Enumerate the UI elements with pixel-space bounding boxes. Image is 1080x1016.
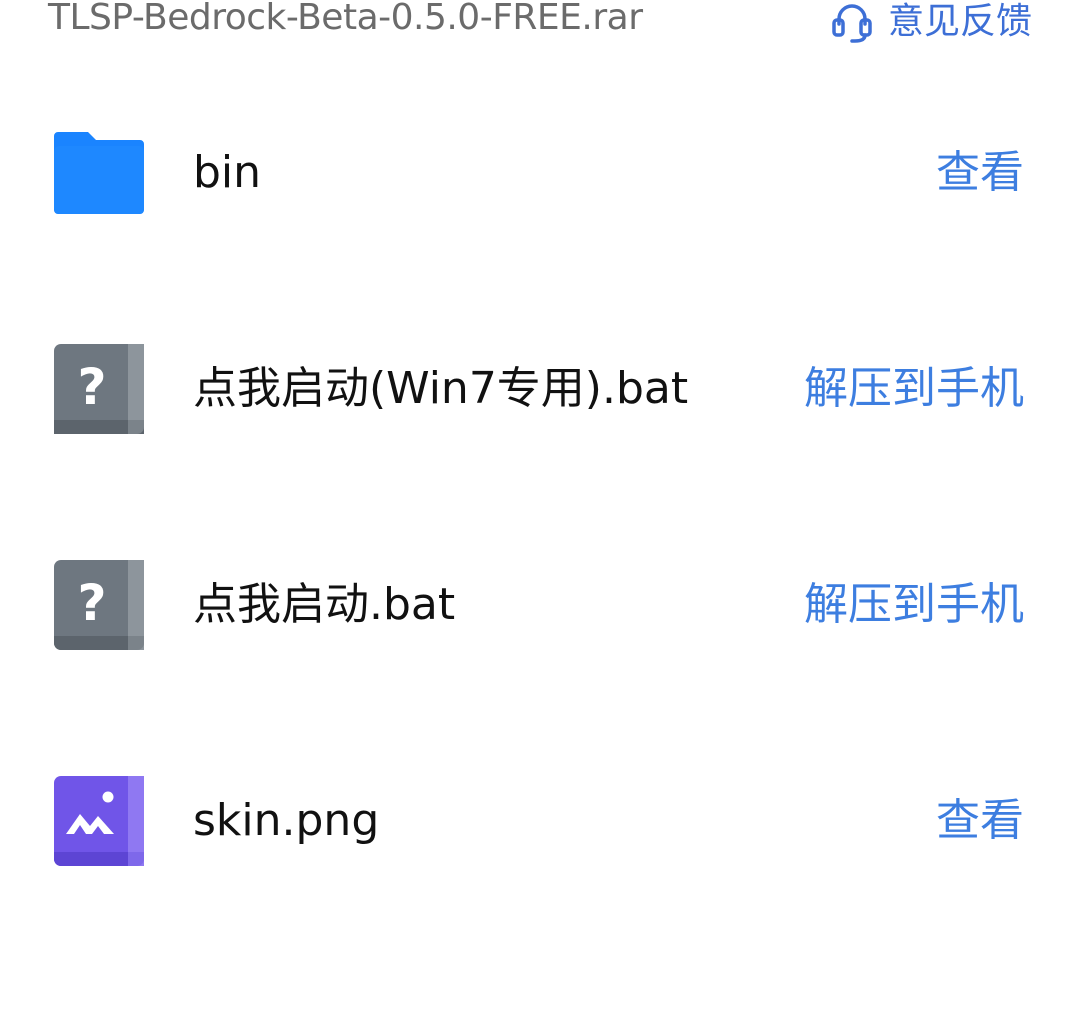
file-name: bin bbox=[193, 147, 262, 198]
svg-text:?: ? bbox=[77, 574, 106, 632]
list-item[interactable]: ? 点我启动.bat 解压到手机 bbox=[0, 560, 1080, 650]
file-name: skin.png bbox=[193, 795, 380, 846]
feedback-button[interactable]: 意见反馈 bbox=[830, 0, 1032, 46]
list-item[interactable]: ? 点我启动(Win7专用).bat 解压到手机 bbox=[0, 344, 1080, 434]
view-button[interactable]: 查看 bbox=[936, 128, 1024, 218]
unknown-file-icon: ? bbox=[54, 344, 144, 434]
folder-icon bbox=[54, 132, 144, 214]
unknown-file-icon: ? bbox=[54, 560, 144, 650]
view-button[interactable]: 查看 bbox=[936, 776, 1024, 866]
extract-to-phone-button[interactable]: 解压到手机 bbox=[804, 344, 1024, 434]
archive-name: TLSP-Bedrock-Beta-0.5.0-FREE.rar bbox=[48, 0, 643, 38]
svg-text:?: ? bbox=[77, 358, 106, 416]
feedback-label: 意见反馈 bbox=[887, 1, 1032, 42]
image-file-icon bbox=[54, 776, 144, 866]
list-item[interactable]: skin.png 查看 bbox=[0, 776, 1080, 866]
list-item[interactable]: bin 查看 bbox=[0, 128, 1080, 218]
file-name: 点我启动(Win7专用).bat bbox=[193, 363, 689, 414]
header: TLSP-Bedrock-Beta-0.5.0-FREE.rar 意见反馈 bbox=[0, 0, 1080, 48]
file-name: 点我启动.bat bbox=[193, 579, 456, 630]
extract-to-phone-button[interactable]: 解压到手机 bbox=[804, 560, 1024, 650]
headset-icon bbox=[832, 4, 872, 43]
